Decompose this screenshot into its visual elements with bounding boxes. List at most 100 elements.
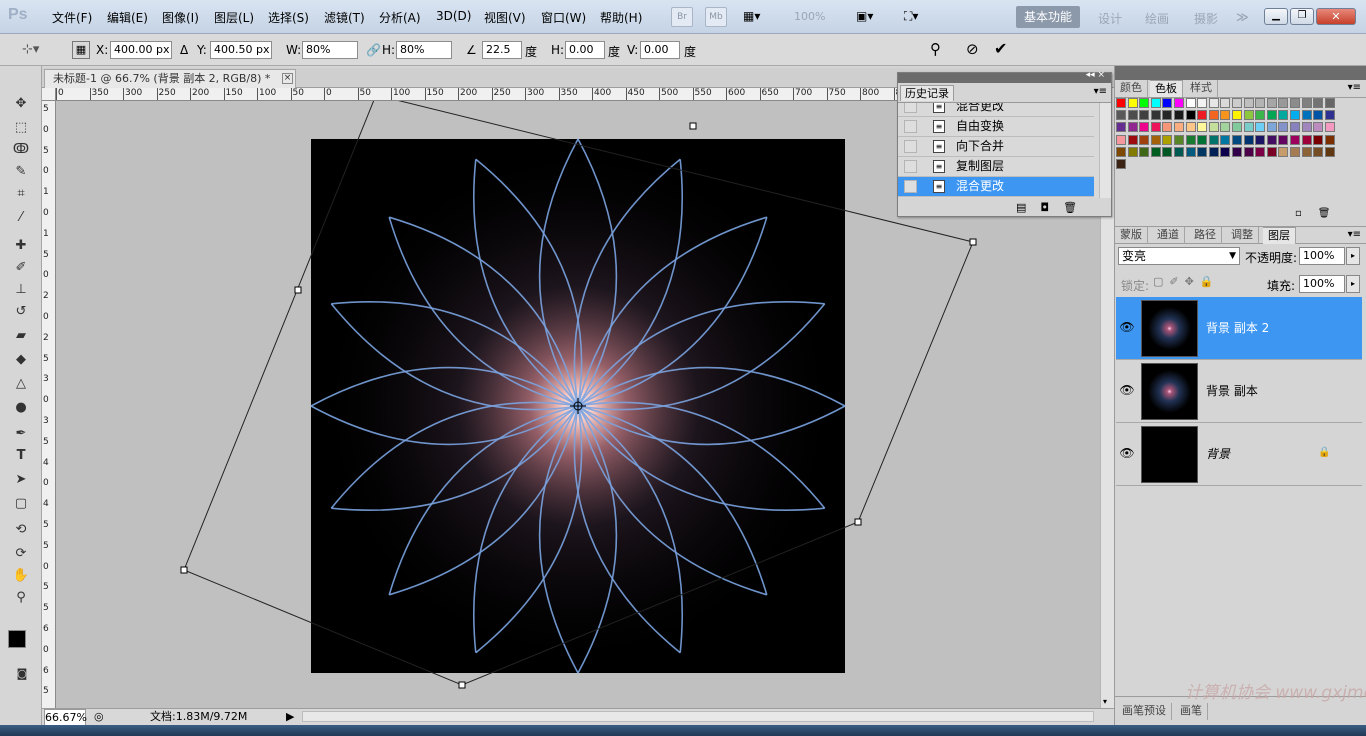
color-swatch[interactable] <box>1313 122 1324 133</box>
clone-stamp-tool-icon[interactable]: ⊥ <box>12 282 30 298</box>
history-brush-tool-icon[interactable]: ↺ <box>12 304 30 320</box>
color-swatch[interactable] <box>1150 122 1161 133</box>
y-position-field[interactable]: 400.50 px <box>210 41 272 59</box>
document-close-icon[interactable]: × <box>282 73 293 84</box>
color-swatch[interactable] <box>1162 134 1173 145</box>
layer-row[interactable]: 👁 背景 🔒 <box>1116 423 1362 486</box>
color-swatch[interactable] <box>1266 134 1277 145</box>
quick-mask-icon[interactable]: ◙ <box>13 666 31 682</box>
color-swatch[interactable] <box>1150 98 1161 108</box>
color-swatch[interactable] <box>1324 146 1335 157</box>
eraser-tool-icon[interactable]: ▰ <box>12 328 30 344</box>
panel-close-icon[interactable]: ◂◂ × <box>1086 70 1105 80</box>
lock-pixels-icon[interactable]: ✐ <box>1169 275 1184 288</box>
paint-bucket-tool-icon[interactable]: ◆ <box>12 352 30 368</box>
reference-point-icon[interactable]: ▦ <box>72 41 90 59</box>
color-swatch[interactable] <box>1162 146 1173 157</box>
menu-select[interactable]: 选择(S) <box>268 9 309 26</box>
marquee-tool-icon[interactable]: ⬚ <box>12 120 30 136</box>
transform-handle[interactable] <box>458 681 466 689</box>
panel-menu-icon[interactable]: ▾≡ <box>1348 229 1361 240</box>
history-item[interactable]: ≡ 向下合并 <box>898 137 1094 157</box>
fill-field[interactable]: 100% <box>1299 275 1345 293</box>
opacity-slider-icon[interactable]: ▸ <box>1346 247 1360 265</box>
ruler-origin[interactable] <box>42 88 56 101</box>
color-swatch[interactable] <box>1266 146 1277 157</box>
screen-mode-icon[interactable]: ⛶▾ <box>904 9 918 24</box>
minimize-icon[interactable]: ▁ <box>1264 8 1288 25</box>
type-tool-icon[interactable]: T <box>12 448 30 464</box>
delete-swatch-icon[interactable]: 🗑 <box>1318 208 1347 219</box>
color-swatch[interactable] <box>1197 110 1208 121</box>
color-swatch[interactable] <box>1162 122 1173 133</box>
color-swatch[interactable] <box>1232 98 1242 108</box>
link-icon[interactable]: 🔗 <box>366 43 381 57</box>
color-swatch[interactable] <box>1139 134 1150 145</box>
color-swatch[interactable] <box>1255 122 1266 133</box>
document-tab[interactable]: 未标题-1 @ 66.7% (背景 副本 2, RGB/8) * × <box>44 69 296 88</box>
color-swatch[interactable] <box>1197 146 1208 157</box>
color-swatch[interactable] <box>1174 146 1184 157</box>
commit-transform-icon[interactable]: ✔ <box>994 39 1007 58</box>
workspace-photography[interactable]: 摄影 <box>1194 10 1218 27</box>
eyedropper-tool-icon[interactable]: ⁄ <box>12 210 30 226</box>
path-select-tool-icon[interactable]: ➤ <box>12 472 30 488</box>
bridge-button[interactable]: Br <box>671 7 693 27</box>
height-scale-field[interactable]: 80% <box>396 41 452 59</box>
color-swatch[interactable] <box>1255 134 1266 145</box>
color-swatch[interactable] <box>1290 122 1300 133</box>
fill-slider-icon[interactable]: ▸ <box>1346 275 1360 293</box>
hand-tool-icon[interactable]: ✋ <box>12 568 30 584</box>
menu-3d[interactable]: 3D(D) <box>436 9 471 23</box>
tab-masks[interactable]: 蒙版 <box>1115 227 1148 244</box>
layer-name[interactable]: 背景 <box>1206 445 1230 462</box>
color-swatch[interactable] <box>1278 146 1289 157</box>
color-swatch[interactable] <box>1116 159 1126 169</box>
3d-rotate-tool-icon[interactable]: ⟲ <box>12 522 30 538</box>
horizontal-skew-field[interactable]: 0.00 <box>565 41 605 59</box>
color-swatch[interactable] <box>1174 134 1184 145</box>
color-swatch[interactable] <box>1208 110 1219 121</box>
color-swatch[interactable] <box>1208 134 1219 145</box>
lock-transparency-icon[interactable]: ▢ <box>1153 275 1169 288</box>
color-swatch[interactable] <box>1266 110 1277 121</box>
lock-position-icon[interactable]: ✥ <box>1185 275 1200 288</box>
color-swatch[interactable] <box>1243 122 1254 133</box>
cancel-transform-icon[interactable]: ⊘ <box>966 40 979 58</box>
color-swatch[interactable] <box>1301 110 1312 121</box>
zoom-tool-icon[interactable]: ⚲ <box>12 590 30 606</box>
color-swatch[interactable] <box>1127 122 1138 133</box>
color-swatch[interactable] <box>1116 146 1126 157</box>
more-workspaces-icon[interactable]: ≫ <box>1236 10 1249 24</box>
menu-layer[interactable]: 图层(L) <box>214 9 254 26</box>
history-tab[interactable]: 历史记录 <box>900 85 954 101</box>
dock-title-bar[interactable] <box>1115 66 1366 80</box>
color-swatch[interactable] <box>1243 110 1254 121</box>
rectangle-tool-icon[interactable]: ▢ <box>12 496 30 512</box>
color-swatch[interactable] <box>1243 146 1254 157</box>
color-swatch[interactable] <box>1127 134 1138 145</box>
color-swatch[interactable] <box>1127 146 1138 157</box>
tab-channels[interactable]: 通道 <box>1152 227 1185 244</box>
color-swatch[interactable] <box>1185 98 1196 108</box>
color-swatch[interactable] <box>1220 98 1231 108</box>
color-swatch[interactable] <box>1255 146 1266 157</box>
menu-view[interactable]: 视图(V) <box>484 9 526 26</box>
color-swatch[interactable] <box>1313 146 1324 157</box>
color-swatch[interactable] <box>1313 98 1324 108</box>
workspace-painting[interactable]: 绘画 <box>1145 10 1169 27</box>
history-item[interactable]: ≡ 混合更改 <box>898 103 1094 117</box>
layer-name[interactable]: 背景 副本 <box>1206 382 1258 399</box>
menu-file[interactable]: 文件(F) <box>52 9 92 26</box>
view-extras-icon[interactable]: ▦▾ <box>743 9 775 25</box>
color-swatch[interactable] <box>1139 98 1150 108</box>
color-swatch[interactable] <box>1290 146 1300 157</box>
transform-handle[interactable] <box>969 238 977 246</box>
color-swatch[interactable] <box>1220 122 1231 133</box>
transform-handle[interactable] <box>689 122 697 130</box>
color-swatch[interactable] <box>1150 134 1161 145</box>
brush-tool-icon[interactable]: ✐ <box>12 260 30 276</box>
delta-icon[interactable]: Δ <box>180 43 188 57</box>
menu-analysis[interactable]: 分析(A) <box>379 9 421 26</box>
panel-menu-icon[interactable]: ▾≡ <box>1094 86 1107 97</box>
